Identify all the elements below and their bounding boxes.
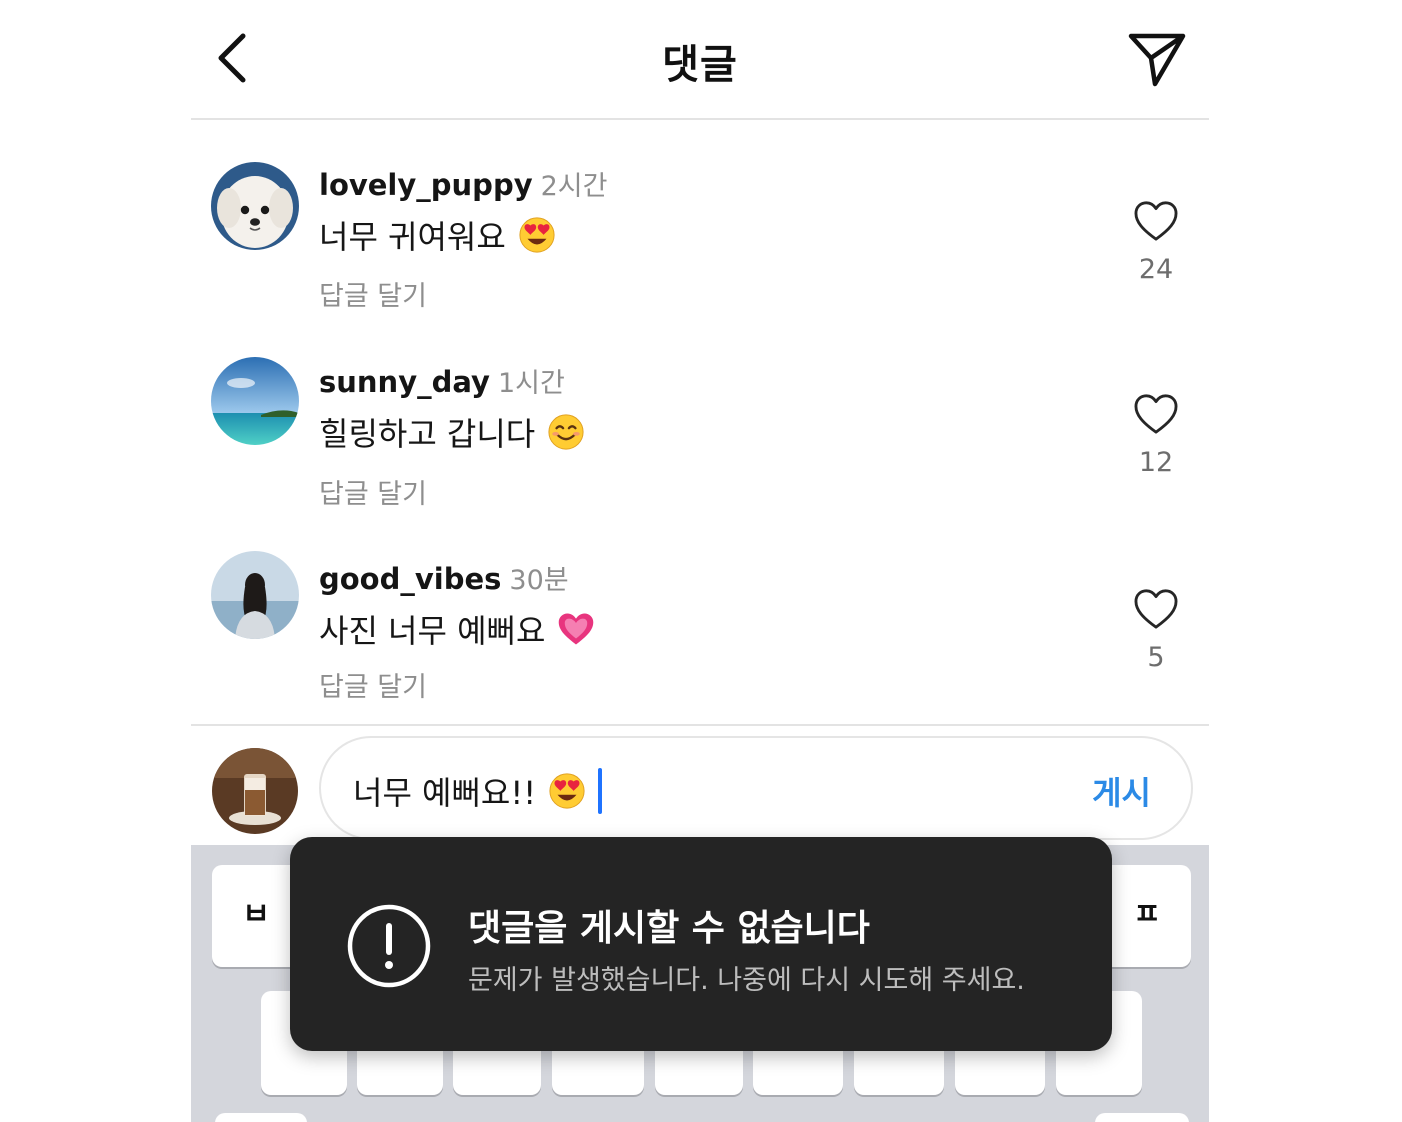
heart-eyes-emoji — [548, 772, 586, 810]
reply-button[interactable]: 답글 달기 — [319, 472, 427, 511]
comment-header: sunny_day 1시간 — [319, 361, 565, 400]
comments-screen: 댓글 lovely_puppy 2시간 너무 귀여워요 답글 달기 24 sun… — [0, 0, 1402, 1122]
comment-text: 너무 귀여워요 — [319, 212, 556, 258]
my-avatar[interactable] — [212, 748, 298, 834]
comment-input[interactable]: 너무 예뻐요!! 게시 — [319, 736, 1193, 840]
comment-header: good_vibes 30분 — [319, 558, 569, 597]
like-group: 24 — [1116, 200, 1196, 285]
key-label: ㅍ — [1133, 897, 1161, 932]
input-text: 너무 예뻐요!! — [353, 774, 537, 812]
avatar[interactable] — [211, 551, 299, 639]
paper-plane-icon — [1128, 33, 1186, 87]
comment-text: 사진 너무 예뻐요 — [319, 606, 595, 652]
heart-outline-icon[interactable] — [1133, 200, 1179, 242]
beach-ocean-photo — [211, 357, 299, 445]
comment-timestamp: 2시간 — [540, 171, 608, 202]
like-group: 12 — [1116, 393, 1196, 478]
reply-button[interactable]: 답글 달기 — [319, 665, 427, 704]
page-title: 댓글 — [662, 42, 738, 88]
comment-timestamp: 30분 — [509, 565, 569, 596]
share-button[interactable] — [1125, 26, 1189, 90]
heart-eyes-emoji — [518, 216, 556, 254]
woman-at-sea-photo — [211, 551, 299, 639]
heart-outline-icon[interactable] — [1133, 588, 1179, 630]
comment-timestamp: 1시간 — [497, 368, 565, 399]
comment-body: 힐링하고 갑니다 — [319, 415, 536, 453]
iced-coffee-photo — [212, 748, 298, 834]
divider — [191, 724, 1209, 726]
key-b[interactable]: ㅂ — [212, 865, 300, 967]
heart-outline-icon[interactable] — [1133, 393, 1179, 435]
comment-input-value[interactable]: 너무 예뻐요!! — [353, 768, 603, 814]
like-count: 12 — [1138, 447, 1174, 478]
comment-body: 너무 귀여워요 — [319, 218, 506, 256]
header-bar: 댓글 — [191, 0, 1209, 120]
like-group: 5 — [1116, 588, 1196, 673]
comment-item: sunny_day 1시간 힐링하고 갑니다 답글 달기 12 — [191, 345, 1209, 535]
comment-text: 힐링하고 갑니다 — [319, 409, 585, 455]
avatar[interactable] — [211, 162, 299, 250]
error-toast: 댓글을 게시할 수 없습니다 문제가 발생했습니다. 나중에 다시 시도해 주세… — [290, 837, 1112, 1051]
smiling-face-emoji — [547, 413, 585, 451]
toast-title: 댓글을 게시할 수 없습니다 — [468, 908, 870, 949]
reply-button[interactable]: 답글 달기 — [319, 274, 427, 313]
username-link[interactable]: sunny_day — [319, 365, 490, 399]
comment-header: lovely_puppy 2시간 — [319, 164, 607, 203]
comment-body: 사진 너무 예뻐요 — [319, 612, 546, 650]
toast-message: 문제가 발생했습니다. 나중에 다시 시도해 주세요. — [468, 965, 1025, 996]
comment-item: lovely_puppy 2시간 너무 귀여워요 답글 달기 24 — [191, 150, 1209, 340]
avatar[interactable] — [211, 357, 299, 445]
white-puppy-photo — [211, 162, 299, 250]
post-button[interactable]: 게시 — [1092, 768, 1151, 814]
like-count: 24 — [1138, 254, 1174, 285]
like-count: 5 — [1147, 642, 1165, 673]
text-caret — [598, 768, 603, 814]
key-label: ㅂ — [242, 897, 270, 932]
exclamation-circle-icon — [347, 904, 431, 988]
username-link[interactable]: lovely_puppy — [319, 168, 533, 202]
keyboard-key[interactable] — [1095, 1113, 1189, 1122]
pink-heart-emoji — [557, 611, 595, 647]
key-p[interactable]: ㅍ — [1103, 865, 1191, 967]
keyboard-key[interactable] — [215, 1113, 307, 1122]
username-link[interactable]: good_vibes — [319, 562, 501, 596]
comment-item: good_vibes 30분 사진 너무 예뻐요 답글 달기 5 — [191, 540, 1209, 730]
